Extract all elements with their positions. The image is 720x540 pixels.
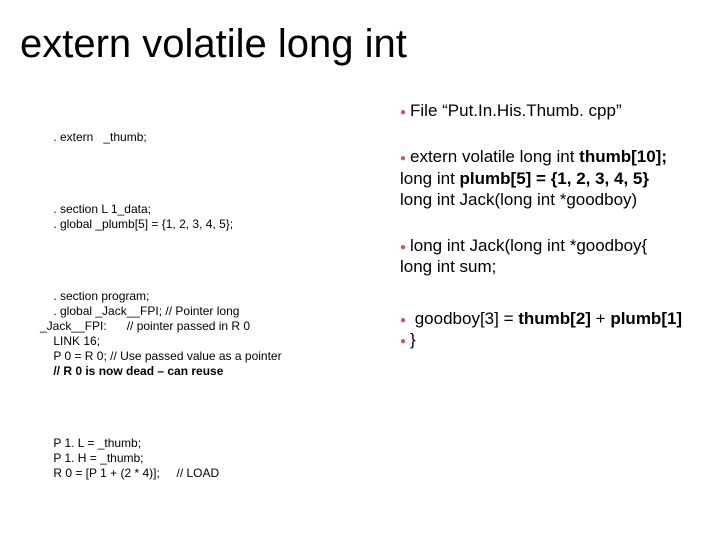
code-line: LINK 16; bbox=[40, 334, 100, 348]
code-line-bold: // R 0 is now dead – can reuse bbox=[40, 364, 223, 378]
bullet-icon: ● bbox=[400, 153, 410, 166]
bullet-icon: ● bbox=[400, 242, 410, 255]
code-block-program-section: . section program; . global _Jack__FPI; … bbox=[40, 289, 360, 379]
expr-line: ● goodboy[3] = thumb[2] + plumb[1] bbox=[400, 308, 700, 329]
code-line: P 1. H = _thumb; bbox=[40, 451, 144, 465]
func-open: ●long int Jack(long int *goodboy{ bbox=[400, 235, 700, 256]
function-body-block: ●long int Jack(long int *goodboy{ long i… bbox=[400, 235, 700, 278]
func-close: ●} bbox=[400, 329, 700, 350]
code-block-extern: . extern _thumb; bbox=[40, 130, 360, 145]
left-column: . extern _thumb; . section L 1_data; . g… bbox=[40, 100, 360, 540]
func-close-brace: } bbox=[410, 330, 416, 349]
decl-plumb-b: plumb[5] = {1, 2, 3, 4, 5} bbox=[460, 169, 649, 188]
func-sum-decl: long int sum; bbox=[400, 256, 700, 277]
decl-thumb: ●extern volatile long int thumb[10]; bbox=[400, 146, 700, 167]
func-open-text: long int Jack(long int *goodboy{ bbox=[410, 236, 647, 255]
code-block-data-section: . section L 1_data; . global _plumb[5] =… bbox=[40, 202, 360, 232]
code-block-thumb-load: P 1. L = _thumb; P 1. H = _thumb; R 0 = … bbox=[40, 436, 360, 481]
slide-title: extern volatile long int bbox=[20, 22, 407, 67]
right-column: ●File “Put.In.His.Thumb. cpp” ●extern vo… bbox=[400, 100, 700, 350]
file-name-line: ●File “Put.In.His.Thumb. cpp” bbox=[400, 100, 700, 121]
code-line: . section L 1_data; bbox=[40, 202, 151, 216]
code-line: P 1. L = _thumb; bbox=[40, 436, 141, 450]
code-line: _Jack__FPI: // pointer passed in R 0 bbox=[40, 319, 250, 333]
code-line: . global _Jack__FPI; // Pointer long bbox=[40, 304, 239, 318]
decl-plumb-a: long int bbox=[400, 169, 460, 188]
bullet-icon: ● bbox=[400, 315, 410, 328]
decl-thumb-b: thumb[10]; bbox=[579, 147, 667, 166]
expression-block: ● goodboy[3] = thumb[2] + plumb[1] ●} bbox=[400, 308, 700, 351]
declarations-block: ●extern volatile long int thumb[10]; lon… bbox=[400, 146, 700, 210]
slide: extern volatile long int . extern _thumb… bbox=[0, 0, 720, 540]
decl-jack: long int Jack(long int *goodboy) bbox=[400, 189, 700, 210]
expr-mid: + bbox=[591, 309, 610, 328]
file-name-text: File “Put.In.His.Thumb. cpp” bbox=[410, 101, 622, 120]
bullet-icon: ● bbox=[400, 336, 410, 349]
bullet-icon: ● bbox=[400, 107, 410, 120]
code-line: . global _plumb[5] = {1, 2, 3, 4, 5}; bbox=[40, 217, 233, 231]
expr-thumb: thumb[2] bbox=[518, 309, 591, 328]
decl-plumb: long int plumb[5] = {1, 2, 3, 4, 5} bbox=[400, 168, 700, 189]
expr-pre: goodboy[3] = bbox=[410, 309, 518, 328]
code-line: P 0 = R 0; // Use passed value as a poin… bbox=[40, 349, 282, 363]
code-line: R 0 = [P 1 + (2 * 4)]; // LOAD bbox=[40, 466, 219, 480]
decl-thumb-a: extern volatile long int bbox=[410, 147, 579, 166]
expr-plumb: plumb[1] bbox=[610, 309, 682, 328]
code-line: . section program; bbox=[40, 289, 149, 303]
